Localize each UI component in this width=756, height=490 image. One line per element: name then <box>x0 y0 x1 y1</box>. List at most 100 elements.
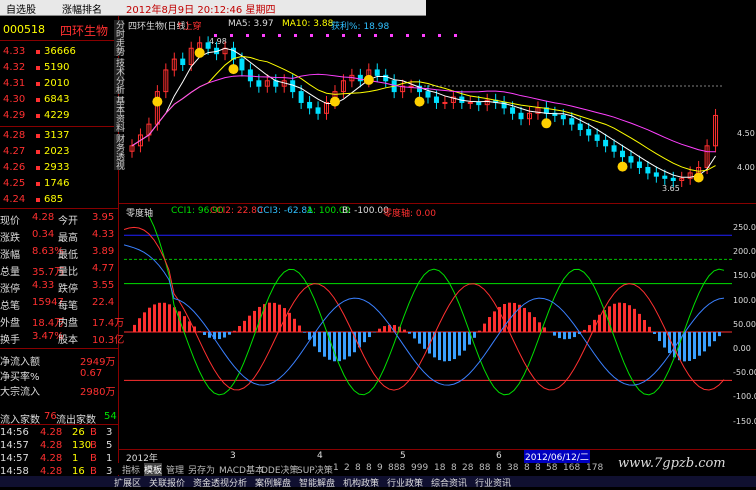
tick-price: 4.28 <box>40 453 62 464</box>
candle-body <box>434 97 438 102</box>
indicator-tab[interactable]: 1 <box>333 463 339 473</box>
signal-dot <box>358 34 361 37</box>
bottom-tab[interactable]: 案例解盘 <box>255 476 291 489</box>
quote-label: 量比 <box>58 263 78 278</box>
indicator-tab[interactable]: 8 <box>535 463 541 473</box>
bottom-tab[interactable]: 扩展区 <box>114 476 141 489</box>
indicator-tab[interactable]: 888 <box>388 463 405 473</box>
bottom-tab[interactable]: 机构政策 <box>343 476 379 489</box>
histogram-bar <box>383 326 386 332</box>
candle-body <box>477 102 481 104</box>
histogram-bar <box>643 320 646 332</box>
histogram-bar <box>138 318 141 332</box>
bid-volume: 2023 <box>44 146 69 157</box>
histogram-bar <box>448 332 451 361</box>
side-tab-3[interactable]: 财务透视 <box>114 134 124 170</box>
indicator-tab[interactable]: 8 <box>366 463 372 473</box>
indicator-tab[interactable]: SUP决策 <box>297 463 333 476</box>
indicator-tab[interactable]: 18 <box>434 463 445 473</box>
tick-time: 14:56 <box>0 427 29 438</box>
quote-value: 4.33 <box>92 229 114 240</box>
menu-gainers-rank[interactable]: 涨幅排名 <box>62 1 102 16</box>
indicator-tab[interactable]: 8 <box>451 463 457 473</box>
candle-body <box>511 108 515 113</box>
bottom-tab[interactable]: 行业政策 <box>387 476 423 489</box>
ask-bar <box>36 114 40 118</box>
tick-count: 3 <box>106 427 112 438</box>
bid-price: 4.25 <box>3 178 25 189</box>
indicator-tab[interactable]: 模板 <box>144 463 162 476</box>
indicator-tab[interactable]: 管理 <box>166 463 184 476</box>
indicator-tab[interactable]: DDE决策 <box>261 463 299 476</box>
ask-volume: 2010 <box>44 78 69 89</box>
bottom-tab[interactable]: 资金透视分析 <box>193 476 247 489</box>
tick-time: 14:57 <box>0 453 29 464</box>
ask-price: 4.29 <box>3 110 25 121</box>
candle-body <box>663 176 667 178</box>
sub-ytick: -150.00 <box>733 417 756 426</box>
histogram-bar <box>648 327 651 332</box>
quote-label: 涨停 <box>0 280 20 295</box>
indicator-tab[interactable]: 178 <box>586 463 603 473</box>
flow-label: 净流入额 <box>0 353 40 368</box>
histogram-bar <box>143 312 146 332</box>
quote-value: 0.34 <box>32 229 54 240</box>
side-tab-2[interactable]: 基本资料 <box>114 96 124 132</box>
flow-value: 2980万 <box>80 383 115 398</box>
histogram-bar <box>558 332 561 338</box>
indicator-tab[interactable]: 168 <box>563 463 580 473</box>
indicator-tab[interactable]: 999 <box>411 463 428 473</box>
indicator-tab[interactable]: 指标 <box>122 463 140 476</box>
cci-indicator-chart[interactable] <box>124 216 732 448</box>
indicator-tab[interactable]: 28 <box>462 463 473 473</box>
tick-flag: B <box>90 453 97 464</box>
histogram-bar <box>718 332 721 336</box>
indicator-tab[interactable]: 2 <box>344 463 350 473</box>
datetime: 2012年8月9日 20:12:46 星期四 <box>126 1 275 16</box>
candlestick-chart[interactable] <box>124 28 732 200</box>
menu-watchlist[interactable]: 自选股 <box>6 1 36 16</box>
histogram-bar <box>488 317 491 332</box>
indicator-tab[interactable]: 38 <box>507 463 518 473</box>
histogram-bar <box>218 332 221 339</box>
indicator-tab[interactable]: 8 <box>524 463 530 473</box>
histogram-bar <box>343 332 346 359</box>
histogram-bar <box>463 332 466 351</box>
indicator-tab[interactable]: 58 <box>546 463 557 473</box>
tick-price: 4.28 <box>40 427 62 438</box>
bottom-tab[interactable]: 行业资讯 <box>475 476 511 489</box>
ask-volume: 4229 <box>44 110 69 121</box>
indicator-tab[interactable]: 8 <box>355 463 361 473</box>
quote-value: 17.4万 <box>92 314 124 329</box>
side-tab-1[interactable]: 技术分析 <box>114 58 124 94</box>
indicator-tab[interactable]: 8 <box>496 463 502 473</box>
quote-label: 最低 <box>58 246 78 261</box>
quote-label: 总笔 <box>0 297 20 312</box>
histogram-bar <box>683 332 686 361</box>
bottom-tab[interactable]: 综合资讯 <box>431 476 467 489</box>
histogram-bar <box>453 332 456 359</box>
indicator-tab[interactable]: 9 <box>377 463 383 473</box>
b-label: B: -100.00 <box>342 206 389 216</box>
histogram-bar <box>333 332 336 361</box>
bottom-tab[interactable]: 智能解盘 <box>299 476 335 489</box>
histogram-bar <box>268 303 271 332</box>
candle-body <box>443 102 447 103</box>
indicator-tab[interactable]: MACD基本 <box>219 463 264 476</box>
indicator-tab[interactable]: 88 <box>479 463 490 473</box>
histogram-bar <box>628 305 631 332</box>
candle-body <box>519 113 523 118</box>
histogram-bar <box>523 308 526 332</box>
candle-body <box>206 43 210 48</box>
smiley-icon <box>618 162 628 172</box>
quote-value: 4.28 <box>32 212 54 223</box>
histogram-bar <box>148 308 151 332</box>
watermark: www.7gpzb.com <box>618 456 726 471</box>
bottom-tab[interactable]: 关联报价 <box>149 476 185 489</box>
side-tab-0[interactable]: 分时走势 <box>114 20 124 56</box>
histogram-bar <box>413 332 416 338</box>
histogram-bar <box>573 332 576 337</box>
quote-label: 每笔 <box>58 297 78 312</box>
quote-label: 今开 <box>58 212 78 227</box>
indicator-tab[interactable]: 另存为 <box>188 463 215 476</box>
